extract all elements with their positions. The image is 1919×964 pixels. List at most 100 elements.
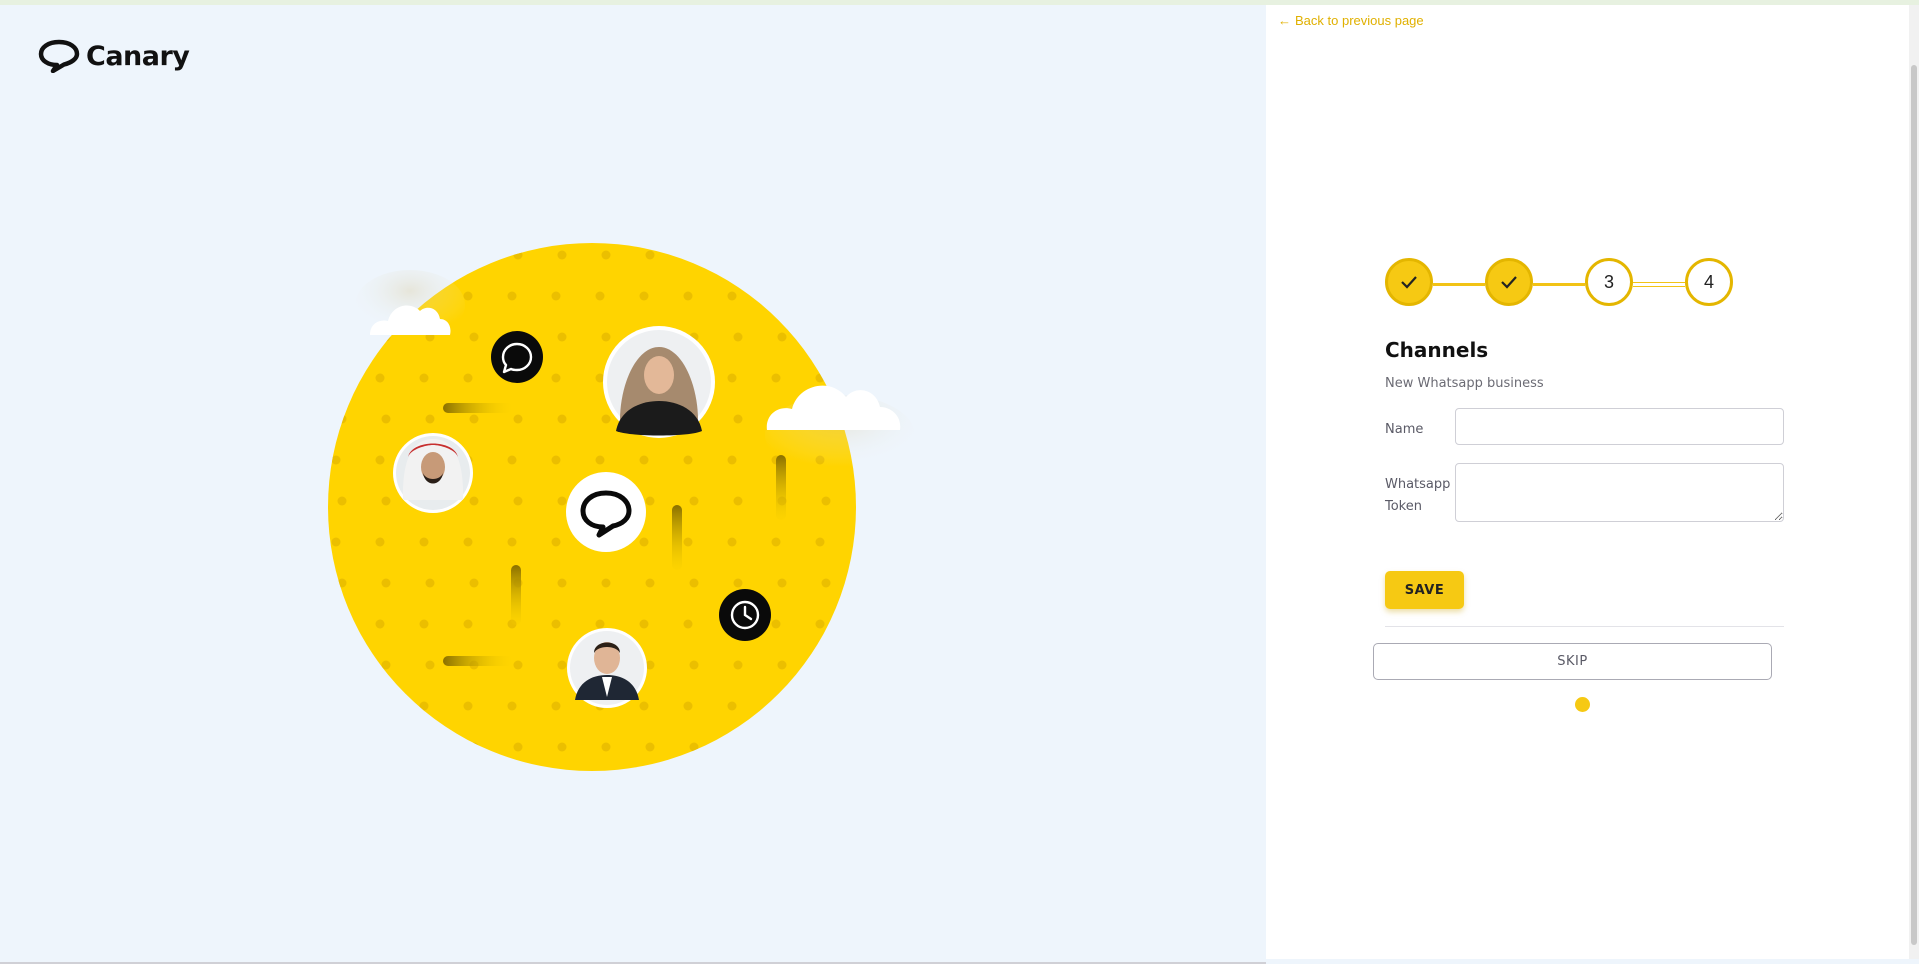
grid-dot	[689, 496, 699, 506]
grid-dot	[463, 701, 473, 711]
grid-dot	[381, 250, 391, 260]
grid-dot	[777, 660, 787, 670]
grid-dot	[381, 496, 391, 506]
grid-dot	[557, 414, 567, 424]
grid-dot	[689, 742, 699, 752]
grid-dot	[425, 660, 435, 670]
connector-bar	[443, 403, 513, 413]
grid-dot	[508, 784, 517, 793]
grid-dot	[331, 701, 341, 711]
grid-dot	[815, 291, 825, 301]
grid-dot	[469, 496, 479, 506]
grid-dot	[419, 373, 429, 383]
grid-dot	[815, 373, 825, 383]
token-label-line2: Token	[1385, 499, 1422, 514]
grid-dot	[513, 660, 523, 670]
arrow-left-icon: ←	[1278, 13, 1291, 28]
grid-dot	[639, 701, 649, 711]
name-input[interactable]	[1455, 408, 1784, 445]
grid-dot	[337, 332, 347, 342]
step-3[interactable]: 3	[1585, 258, 1633, 306]
grid-dot	[513, 742, 523, 752]
scrollbar-thumb[interactable]	[1911, 65, 1917, 945]
grid-dot	[557, 578, 567, 588]
token-label-line1: Whatsapp	[1385, 477, 1451, 492]
grid-dot	[469, 332, 479, 342]
step-connector	[1533, 283, 1585, 286]
grid-dot	[771, 291, 781, 301]
grid-dot	[463, 537, 473, 547]
step-4[interactable]: 4	[1685, 258, 1733, 306]
grid-dot	[727, 701, 737, 711]
step-1[interactable]	[1385, 258, 1433, 306]
grid-dot	[337, 414, 347, 424]
grid-dot	[381, 660, 391, 670]
grid-dot	[866, 333, 875, 342]
grid-dot	[821, 660, 831, 670]
brand-logo[interactable]: Canary	[38, 39, 190, 73]
grid-dot	[331, 291, 341, 301]
grid-dot	[860, 620, 869, 629]
canary-logo-icon	[38, 39, 80, 73]
grid-dot	[331, 455, 341, 465]
grid-dot	[683, 537, 693, 547]
canary-center-icon	[566, 472, 646, 552]
back-link-label: Back to previous page	[1295, 13, 1424, 28]
grid-dot	[425, 578, 435, 588]
grid-dot	[777, 578, 787, 588]
skip-button[interactable]: SKIP	[1373, 643, 1772, 680]
connector-bar	[776, 455, 786, 520]
whatsapp-token-input[interactable]	[1455, 463, 1784, 522]
grid-dot	[469, 742, 479, 752]
grid-dot	[337, 578, 347, 588]
grid-dot	[640, 784, 649, 793]
grid-dot	[552, 784, 561, 793]
grid-dot	[557, 742, 567, 752]
grid-dot	[551, 455, 561, 465]
grid-dot	[733, 660, 743, 670]
step-2[interactable]	[1485, 258, 1533, 306]
grid-dot	[595, 619, 605, 629]
grid-dot	[464, 784, 473, 793]
scrollbar[interactable]	[1909, 5, 1919, 959]
grid-dot	[645, 250, 655, 260]
loading-indicator	[1575, 697, 1590, 712]
back-link[interactable]: ← Back to previous page	[1278, 13, 1424, 28]
step-number: 4	[1703, 271, 1714, 292]
connector-bar	[443, 656, 513, 666]
grid-dot	[639, 291, 649, 301]
grid-dot	[860, 374, 869, 383]
check-icon	[1401, 276, 1417, 289]
grid-dot	[469, 250, 479, 260]
grid-dot	[513, 414, 523, 424]
stepper: 3 4	[1385, 258, 1733, 310]
grid-dot	[557, 250, 567, 260]
grid-dot	[332, 784, 341, 793]
grid-dot	[375, 455, 385, 465]
grid-dot	[375, 619, 385, 629]
grid-dot	[425, 250, 435, 260]
grid-dot	[645, 742, 655, 752]
grid-dot	[777, 742, 787, 752]
avatar	[393, 433, 473, 513]
avatar	[567, 628, 647, 708]
grid-dot	[331, 537, 341, 547]
grid-dot	[733, 496, 743, 506]
grid-dot	[777, 332, 787, 342]
grid-dot	[507, 537, 517, 547]
grid-dot	[463, 373, 473, 383]
grid-dot	[513, 496, 523, 506]
grid-dot	[551, 619, 561, 629]
grid-dot	[601, 578, 611, 588]
grid-dot	[733, 332, 743, 342]
save-button[interactable]: SAVE	[1385, 571, 1464, 609]
grid-dot	[337, 742, 347, 752]
grid-dot	[684, 784, 693, 793]
divider	[1385, 626, 1784, 627]
grid-dot	[557, 496, 567, 506]
connector-bar	[511, 565, 521, 625]
form-subtitle: New Whatsapp business	[1385, 376, 1544, 391]
grid-dot	[381, 578, 391, 588]
grid-dot	[595, 291, 605, 301]
grid-dot	[601, 742, 611, 752]
